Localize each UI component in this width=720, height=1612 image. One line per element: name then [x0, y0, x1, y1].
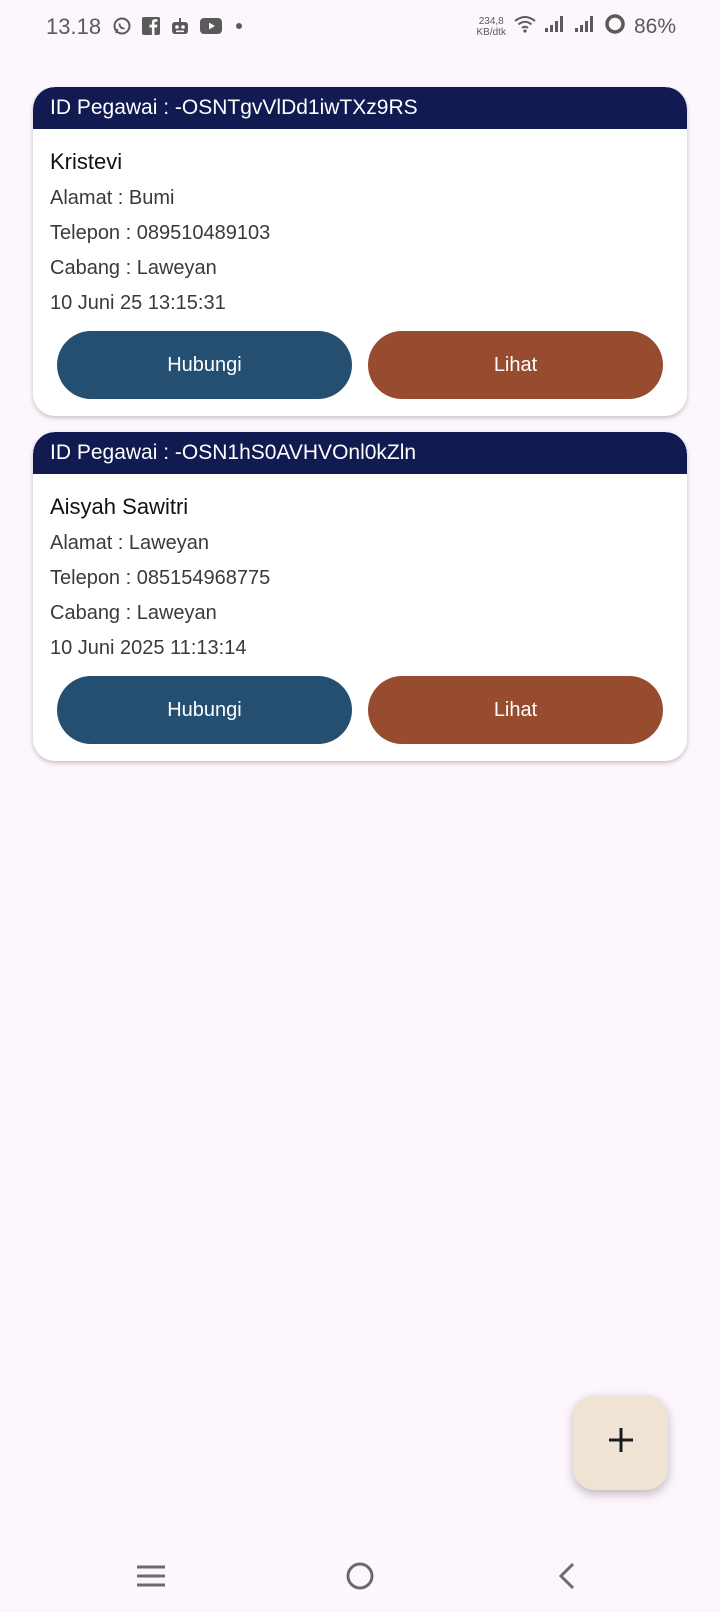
battery-percent: 86% [633, 14, 676, 38]
status-time: 13.18 [46, 14, 102, 39]
robot-icon [170, 17, 190, 35]
contact-button[interactable]: Hubungi [57, 676, 352, 744]
net-speed-unit: KB/dtk [476, 26, 506, 38]
contact-button[interactable]: Hubungi [57, 331, 352, 399]
signal-icon [544, 15, 566, 38]
employee-address: Alamat : Bumi [50, 187, 175, 209]
employee-date: 10 Juni 2025 11:13:14 [50, 637, 247, 659]
view-button[interactable]: Lihat [368, 676, 663, 744]
view-button[interactable]: Lihat [368, 331, 663, 399]
employee-list: ID Pegawai : -OSNTgvVlDd1iwTXz9RS Kriste… [33, 87, 687, 777]
youtube-icon [200, 18, 222, 34]
employee-id-header: ID Pegawai : -OSN1hS0AVHVOnl0kZln [33, 432, 687, 474]
employee-card: ID Pegawai : -OSN1hS0AVHVOnl0kZln Aisyah… [33, 432, 687, 761]
employee-branch: Cabang : Laweyan [50, 602, 217, 624]
employee-address: Alamat : Laweyan [50, 532, 209, 554]
plus-icon [606, 1425, 636, 1460]
card-actions: Hubungi Lihat [57, 331, 663, 399]
employee-phone: Telepon : 085154968775 [50, 567, 271, 589]
back-button[interactable] [536, 1558, 596, 1598]
wifi-icon [514, 15, 536, 38]
menu-icon [135, 1564, 167, 1593]
signal-icon [574, 15, 596, 38]
employee-date: 10 Juni 25 13:15:31 [50, 292, 226, 314]
battery-ring-icon [604, 13, 626, 40]
card-actions: Hubungi Lihat [57, 676, 663, 744]
network-speed: 234,8 KB/dtk [477, 16, 506, 38]
home-icon [345, 1561, 375, 1596]
employee-name: Kristevi [50, 149, 123, 174]
facebook-icon [142, 17, 160, 35]
employee-branch: Cabang : Laweyan [50, 257, 217, 279]
employee-details: Kristevi Alamat : Bumi Telepon : 0895104… [33, 129, 687, 316]
back-icon [556, 1561, 576, 1596]
system-status: 234,8 KB/dtk 86% [477, 13, 676, 40]
recents-button[interactable] [121, 1558, 181, 1598]
dot-icon [236, 23, 242, 29]
employee-phone: Telepon : 089510489103 [50, 222, 271, 244]
employee-card: ID Pegawai : -OSNTgvVlDd1iwTXz9RS Kriste… [33, 87, 687, 416]
whatsapp-icon [112, 16, 132, 36]
employee-details: Aisyah Sawitri Alamat : Laweyan Telepon … [33, 474, 687, 661]
status-bar: 13.18 234,8 KB/dtk 86% [0, 0, 720, 56]
employee-name: Aisyah Sawitri [50, 494, 189, 519]
notification-icons [112, 16, 242, 36]
system-nav-bar [0, 1540, 720, 1612]
home-button[interactable] [330, 1558, 390, 1598]
net-speed-value: 234,8 [478, 15, 504, 27]
add-employee-button[interactable] [573, 1395, 668, 1490]
employee-id-header: ID Pegawai : -OSNTgvVlDd1iwTXz9RS [33, 87, 687, 129]
